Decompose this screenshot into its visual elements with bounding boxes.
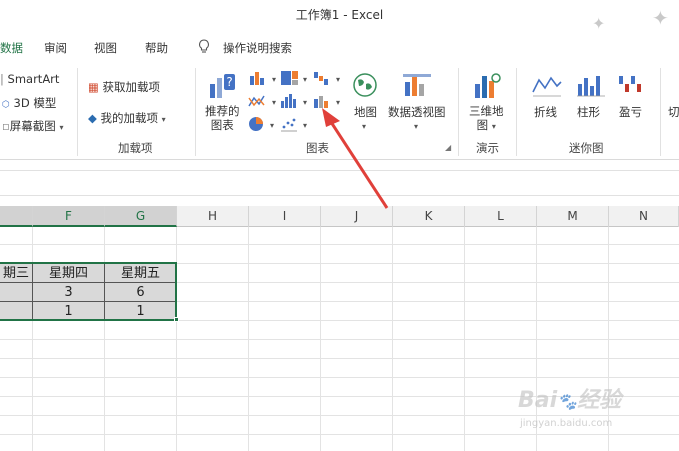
selection-outline [0,262,177,321]
watermark-url: jingyan.baidu.com [520,418,613,429]
hierarchy-chart-icon: ▾ [281,71,307,85]
bird-decoration-icon: ✦ [652,6,669,30]
globe-icon [353,73,377,97]
sparkline-line-icon [532,76,562,97]
recommended-charts-icon: ? [210,74,235,98]
store-icon: ▦ [88,80,99,94]
column-header-f[interactable]: F [33,206,105,227]
column-header-l[interactable]: L [465,206,537,227]
chevron-down-icon: ▾ [414,122,419,131]
hierarchy-chart-button[interactable]: ▾ [280,70,310,90]
column-chart-icon: ▾ [250,72,276,85]
pivotchart-label: 数据透视图 [388,105,446,119]
scatter-chart-button[interactable]: ▾ [280,116,310,136]
svg-text:▾: ▾ [272,98,276,107]
tab-data[interactable]: 数据 [0,40,23,56]
waterfall-chart-icon: ▾ [314,72,340,85]
svg-text:▾: ▾ [303,121,307,130]
sparkline-line-button[interactable] [532,72,562,102]
pivotchart-icon [403,74,431,96]
maps-button[interactable] [352,72,378,102]
smartart-label: SmartArt [7,72,60,86]
column-header-i[interactable]: I [249,206,321,227]
sparkline-column-label: 柱形 [577,105,600,119]
line-chart-button[interactable]: ▾ [248,93,278,113]
recommended-charts-label: 推荐的 图表 [205,104,240,132]
histogram-icon: ▾ [281,94,307,108]
column-header-j[interactable]: J [321,206,393,227]
sparkline-line-label: 折线 [534,105,557,119]
column-header-h[interactable]: H [177,206,249,227]
cube-icon: ⬡ [2,100,10,110]
svg-text:▾: ▾ [272,75,276,84]
sparkline-column-icon [577,76,605,97]
get-addins-label: 获取加载项 [102,80,161,94]
tell-me-search[interactable]: 操作说明搜索 [223,40,292,56]
maps-label: 地图 [354,105,377,119]
group-label-charts: 图表 [306,141,329,155]
svg-text:▾: ▾ [270,121,274,130]
svg-text:▾: ▾ [303,98,307,107]
tab-review[interactable]: 审阅 [44,40,67,56]
combo-chart-button[interactable]: ▾ [312,93,342,113]
bird-decoration-icon: ✦ [592,14,606,33]
window-title: 工作簿1 - Excel [295,8,384,22]
waterfall-chart-button[interactable]: ▾ [312,70,342,90]
column-header-n[interactable]: N [609,206,679,227]
statistic-chart-button[interactable]: ▾ [280,93,310,113]
svg-text:▾: ▾ [336,75,340,84]
combo-chart-icon: ▾ [314,96,340,108]
dialog-launcher-icon[interactable]: ◢ [445,143,451,152]
column-chart-button[interactable]: ▾ [248,70,278,90]
svg-text:?: ? [226,75,232,89]
recommended-charts-button[interactable]: ? [208,70,238,106]
my-addins-label: 我的加载项 [100,111,159,125]
chevron-down-icon: ▾ [362,122,367,131]
fill-handle[interactable] [174,317,179,322]
baidu-watermark: Bai🐾经验 [518,388,622,413]
3d-map-label: 三维地图 ▾ [469,104,504,132]
3d-map-button[interactable] [472,72,502,104]
tab-help[interactable]: 帮助 [145,40,168,56]
pie-chart-icon: ▾ [249,117,274,131]
chevron-down-icon: ▾ [59,123,64,132]
column-header-e[interactable] [0,206,33,227]
sparkline-column-button[interactable] [576,72,606,102]
pie-chart-button[interactable]: ▾ [248,116,278,136]
smartart-icon: | [0,72,4,86]
sparkline-winloss-label: 盈亏 [619,105,642,119]
3d-map-icon [475,73,501,98]
puzzle-icon: ◆ [88,111,97,125]
my-addins-button[interactable]: ◆ 我的加载项 ▾ [88,110,166,126]
slicer-label[interactable]: 切 [668,104,679,120]
tab-view[interactable]: 视图 [94,40,117,56]
group-label-tours: 演示 [476,141,499,155]
smartart-button[interactable]: | SmartArt [0,72,59,86]
column-header-g[interactable]: G [105,206,177,227]
svg-text:▾: ▾ [303,75,307,84]
sparkline-winloss-icon [619,76,641,92]
formula-bar[interactable] [0,170,679,196]
get-addins-button[interactable]: ▦ 获取加载项 [88,79,160,95]
lightbulb-icon [198,39,210,58]
screenshot-label: 屏幕截图 [9,119,56,133]
line-chart-icon: ▾ [248,95,276,107]
group-label-addins: 加载项 [118,141,153,155]
screenshot-icon: ▫ [2,119,10,133]
column-header-k[interactable]: K [393,206,465,227]
pivotchart-button[interactable] [402,72,432,104]
group-label-sparklines: 迷你图 [569,141,604,155]
sparkline-winloss-button[interactable] [617,72,647,102]
scatter-chart-icon: ▾ [281,118,307,132]
screenshot-button[interactable]: ▫屏幕截图 ▾ [2,118,63,134]
3d-model-button[interactable]: ⬡ 3D 模型 [2,95,56,111]
column-header-m[interactable]: M [537,206,609,227]
excel-window: 工作簿1 - Excel ✦ ✦ 数据 审阅 视图 帮助 操作说明搜索 | Sm… [0,0,679,451]
chevron-down-icon: ▾ [161,115,166,124]
3d-model-label: 3D 模型 [13,96,57,110]
svg-text:▾: ▾ [336,98,340,107]
